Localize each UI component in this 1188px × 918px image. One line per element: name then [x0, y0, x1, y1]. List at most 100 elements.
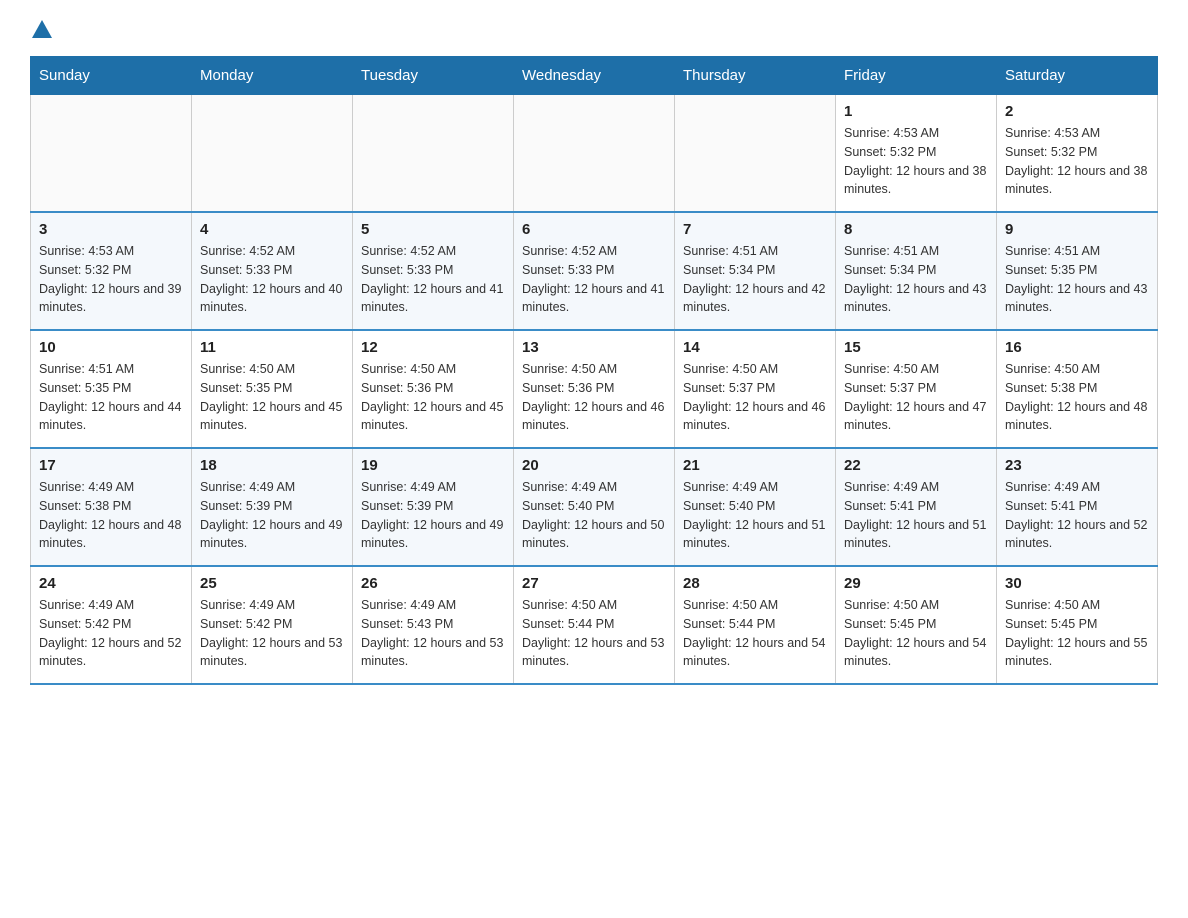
calendar-cell: 27 Sunrise: 4:50 AM Sunset: 5:44 PM Dayli… [514, 566, 675, 684]
day-info: Sunrise: 4:50 AM Sunset: 5:37 PM Dayligh… [683, 360, 827, 435]
day-info: Sunrise: 4:50 AM Sunset: 5:45 PM Dayligh… [1005, 596, 1149, 671]
weekday-header-wednesday: Wednesday [514, 57, 675, 95]
day-number: 10 [39, 339, 183, 356]
day-info: Sunrise: 4:51 AM Sunset: 5:35 PM Dayligh… [1005, 242, 1149, 317]
page-header [30, 20, 1158, 40]
day-info: Sunrise: 4:50 AM Sunset: 5:35 PM Dayligh… [200, 360, 344, 435]
calendar-cell: 7Sunrise: 4:51 AM Sunset: 5:34 PM Daylig… [675, 212, 836, 330]
calendar-cell: 19 Sunrise: 4:49 AM Sunset: 5:39 PM Dayli… [353, 448, 514, 566]
calendar-cell [192, 95, 353, 213]
logo [30, 20, 54, 40]
day-info: Sunrise: 4:50 AM Sunset: 5:38 PM Dayligh… [1005, 360, 1149, 435]
logo-triangle-icon [32, 20, 52, 38]
day-number: 25 [200, 575, 344, 592]
weekday-header-thursday: Thursday [675, 57, 836, 95]
day-number: 23 [1005, 457, 1149, 474]
calendar-cell: 13 Sunrise: 4:50 AM Sunset: 5:36 PM Dayli… [514, 330, 675, 448]
day-number: 2 [1005, 103, 1149, 120]
day-number: 12 [361, 339, 505, 356]
day-number: 21 [683, 457, 827, 474]
day-info: Sunrise: 4:52 AM Sunset: 5:33 PM Dayligh… [361, 242, 505, 317]
day-number: 3 [39, 221, 183, 238]
day-number: 27 [522, 575, 666, 592]
day-info: Sunrise: 4:50 AM Sunset: 5:37 PM Dayligh… [844, 360, 988, 435]
logo-text [30, 20, 54, 40]
calendar-cell [353, 95, 514, 213]
calendar-cell: 21 Sunrise: 4:49 AM Sunset: 5:40 PM Dayli… [675, 448, 836, 566]
calendar-cell: 8Sunrise: 4:51 AM Sunset: 5:34 PM Daylig… [836, 212, 997, 330]
day-info: Sunrise: 4:50 AM Sunset: 5:36 PM Dayligh… [361, 360, 505, 435]
day-info: Sunrise: 4:53 AM Sunset: 5:32 PM Dayligh… [39, 242, 183, 317]
calendar-cell [675, 95, 836, 213]
day-number: 17 [39, 457, 183, 474]
day-number: 18 [200, 457, 344, 474]
day-number: 6 [522, 221, 666, 238]
day-info: Sunrise: 4:53 AM Sunset: 5:32 PM Dayligh… [844, 124, 988, 199]
day-info: Sunrise: 4:49 AM Sunset: 5:43 PM Dayligh… [361, 596, 505, 671]
day-info: Sunrise: 4:49 AM Sunset: 5:40 PM Dayligh… [522, 478, 666, 553]
calendar-cell: 28 Sunrise: 4:50 AM Sunset: 5:44 PM Dayli… [675, 566, 836, 684]
day-info: Sunrise: 4:53 AM Sunset: 5:32 PM Dayligh… [1005, 124, 1149, 199]
day-number: 20 [522, 457, 666, 474]
weekday-header-sunday: Sunday [31, 57, 192, 95]
day-number: 13 [522, 339, 666, 356]
calendar-cell [31, 95, 192, 213]
day-info: Sunrise: 4:49 AM Sunset: 5:41 PM Dayligh… [844, 478, 988, 553]
calendar-week-row: 17 Sunrise: 4:49 AM Sunset: 5:38 PM Dayli… [31, 448, 1158, 566]
day-info: Sunrise: 4:51 AM Sunset: 5:35 PM Dayligh… [39, 360, 183, 435]
weekday-header-tuesday: Tuesday [353, 57, 514, 95]
calendar-cell: 26Sunrise: 4:49 AM Sunset: 5:43 PM Dayli… [353, 566, 514, 684]
day-number: 9 [1005, 221, 1149, 238]
calendar-cell: 18 Sunrise: 4:49 AM Sunset: 5:39 PM Dayli… [192, 448, 353, 566]
day-number: 7 [683, 221, 827, 238]
day-info: Sunrise: 4:51 AM Sunset: 5:34 PM Dayligh… [844, 242, 988, 317]
day-number: 14 [683, 339, 827, 356]
calendar-table: SundayMondayTuesdayWednesdayThursdayFrid… [30, 56, 1158, 685]
calendar-cell: 17 Sunrise: 4:49 AM Sunset: 5:38 PM Dayli… [31, 448, 192, 566]
day-info: Sunrise: 4:49 AM Sunset: 5:42 PM Dayligh… [39, 596, 183, 671]
calendar-cell: 6 Sunrise: 4:52 AM Sunset: 5:33 PM Daylig… [514, 212, 675, 330]
calendar-cell: 23 Sunrise: 4:49 AM Sunset: 5:41 PM Dayli… [997, 448, 1158, 566]
day-info: Sunrise: 4:49 AM Sunset: 5:39 PM Dayligh… [361, 478, 505, 553]
day-info: Sunrise: 4:50 AM Sunset: 5:44 PM Dayligh… [522, 596, 666, 671]
day-number: 19 [361, 457, 505, 474]
day-info: Sunrise: 4:50 AM Sunset: 5:45 PM Dayligh… [844, 596, 988, 671]
day-number: 22 [844, 457, 988, 474]
weekday-header-saturday: Saturday [997, 57, 1158, 95]
calendar-cell: 3 Sunrise: 4:53 AM Sunset: 5:32 PM Daylig… [31, 212, 192, 330]
day-number: 11 [200, 339, 344, 356]
day-number: 1 [844, 103, 988, 120]
calendar-cell: 5 Sunrise: 4:52 AM Sunset: 5:33 PM Daylig… [353, 212, 514, 330]
calendar-week-row: 10 Sunrise: 4:51 AM Sunset: 5:35 PM Dayli… [31, 330, 1158, 448]
day-number: 16 [1005, 339, 1149, 356]
calendar-cell: 14 Sunrise: 4:50 AM Sunset: 5:37 PM Dayli… [675, 330, 836, 448]
calendar-header: SundayMondayTuesdayWednesdayThursdayFrid… [31, 57, 1158, 95]
calendar-cell: 12 Sunrise: 4:50 AM Sunset: 5:36 PM Dayli… [353, 330, 514, 448]
calendar-cell: 1 Sunrise: 4:53 AM Sunset: 5:32 PM Daylig… [836, 95, 997, 213]
calendar-body: 1 Sunrise: 4:53 AM Sunset: 5:32 PM Daylig… [31, 95, 1158, 685]
calendar-cell: 4 Sunrise: 4:52 AM Sunset: 5:33 PM Daylig… [192, 212, 353, 330]
day-number: 30 [1005, 575, 1149, 592]
calendar-cell: 24Sunrise: 4:49 AM Sunset: 5:42 PM Dayli… [31, 566, 192, 684]
calendar-week-row: 24Sunrise: 4:49 AM Sunset: 5:42 PM Dayli… [31, 566, 1158, 684]
day-number: 4 [200, 221, 344, 238]
calendar-week-row: 1 Sunrise: 4:53 AM Sunset: 5:32 PM Daylig… [31, 95, 1158, 213]
day-number: 28 [683, 575, 827, 592]
day-info: Sunrise: 4:49 AM Sunset: 5:41 PM Dayligh… [1005, 478, 1149, 553]
day-info: Sunrise: 4:50 AM Sunset: 5:44 PM Dayligh… [683, 596, 827, 671]
calendar-cell: 10 Sunrise: 4:51 AM Sunset: 5:35 PM Dayli… [31, 330, 192, 448]
day-number: 29 [844, 575, 988, 592]
day-info: Sunrise: 4:50 AM Sunset: 5:36 PM Dayligh… [522, 360, 666, 435]
weekday-header-friday: Friday [836, 57, 997, 95]
day-info: Sunrise: 4:49 AM Sunset: 5:38 PM Dayligh… [39, 478, 183, 553]
day-info: Sunrise: 4:49 AM Sunset: 5:39 PM Dayligh… [200, 478, 344, 553]
weekday-header-row: SundayMondayTuesdayWednesdayThursdayFrid… [31, 57, 1158, 95]
calendar-cell: 2 Sunrise: 4:53 AM Sunset: 5:32 PM Daylig… [997, 95, 1158, 213]
day-info: Sunrise: 4:49 AM Sunset: 5:40 PM Dayligh… [683, 478, 827, 553]
day-number: 5 [361, 221, 505, 238]
weekday-header-monday: Monday [192, 57, 353, 95]
day-info: Sunrise: 4:52 AM Sunset: 5:33 PM Dayligh… [522, 242, 666, 317]
calendar-cell: 20 Sunrise: 4:49 AM Sunset: 5:40 PM Dayli… [514, 448, 675, 566]
day-info: Sunrise: 4:52 AM Sunset: 5:33 PM Dayligh… [200, 242, 344, 317]
day-info: Sunrise: 4:49 AM Sunset: 5:42 PM Dayligh… [200, 596, 344, 671]
